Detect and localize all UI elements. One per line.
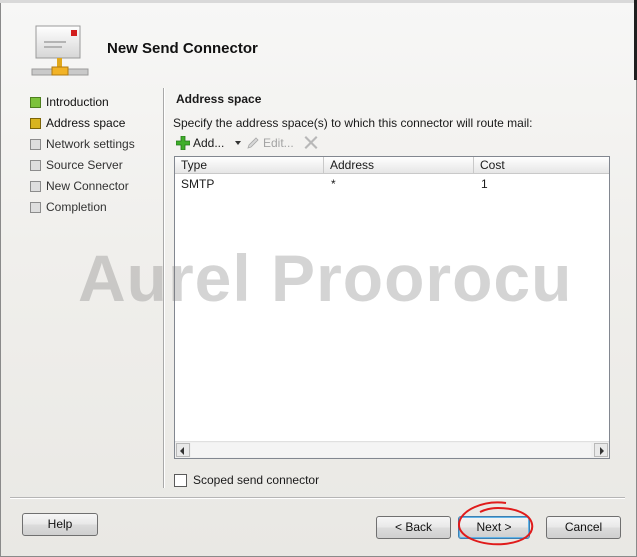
- edit-button[interactable]: Edit...: [263, 136, 294, 150]
- horizontal-scrollbar[interactable]: [175, 441, 609, 458]
- nav-item-network-settings[interactable]: Network settings: [30, 137, 160, 153]
- cell-cost: 1: [481, 177, 488, 191]
- nav-item-introduction[interactable]: Introduction: [30, 95, 160, 111]
- step-current-icon: [30, 118, 41, 129]
- window-top-edge: [0, 0, 637, 3]
- nav-item-completion[interactable]: Completion: [30, 200, 160, 216]
- cell-address: *: [331, 177, 336, 191]
- add-button-label: Add...: [193, 136, 225, 150]
- scroll-left-button[interactable]: [176, 443, 190, 457]
- step-pending-icon: [30, 139, 41, 150]
- table-header: Type Address Cost: [175, 157, 609, 174]
- step-pending-icon: [30, 202, 41, 213]
- step-complete-icon: [30, 97, 41, 108]
- column-header-address[interactable]: Address: [324, 157, 474, 173]
- step-pending-icon: [30, 160, 41, 171]
- plus-icon: [176, 136, 190, 150]
- watermark-text: Aurel Proorocu: [78, 241, 573, 315]
- dropdown-arrow-icon[interactable]: [235, 141, 241, 145]
- column-header-type[interactable]: Type: [175, 157, 324, 173]
- step-pending-icon: [30, 181, 41, 192]
- remove-x-icon[interactable]: [303, 134, 319, 150]
- arrow-right-icon: [600, 447, 604, 455]
- scroll-right-button[interactable]: [594, 443, 608, 457]
- scoped-send-connector-checkbox[interactable]: [174, 474, 187, 487]
- scoped-send-connector-label[interactable]: Scoped send connector: [193, 473, 319, 487]
- help-button[interactable]: Help: [22, 513, 98, 536]
- footer-divider: [10, 497, 625, 499]
- add-button[interactable]: Add...: [174, 134, 244, 152]
- scroll-thumb[interactable]: [191, 443, 591, 457]
- cancel-button[interactable]: Cancel: [546, 516, 621, 539]
- back-button[interactable]: < Back: [376, 516, 451, 539]
- arrow-left-icon: [180, 447, 184, 455]
- nav-item-label: Network settings: [46, 137, 135, 151]
- table-row[interactable]: SMTP * 1: [175, 175, 609, 193]
- nav-item-label: New Connector: [46, 179, 129, 193]
- nav-item-source-server[interactable]: Source Server: [30, 158, 160, 174]
- cell-type: SMTP: [181, 177, 215, 191]
- send-connector-icon: [31, 25, 89, 76]
- nav-item-address-space[interactable]: Address space: [30, 116, 160, 132]
- next-button[interactable]: Next >: [458, 516, 530, 539]
- pencil-icon: [247, 137, 259, 149]
- nav-item-new-connector[interactable]: New Connector: [30, 179, 160, 195]
- nav-item-label: Address space: [46, 116, 126, 130]
- section-title: Address space: [176, 92, 262, 106]
- page-title: New Send Connector: [107, 40, 258, 57]
- column-header-cost[interactable]: Cost: [474, 157, 609, 173]
- nav-item-label: Introduction: [46, 95, 109, 109]
- instruction-text: Specify the address space(s) to which th…: [173, 116, 533, 130]
- nav-item-label: Source Server: [46, 158, 123, 172]
- nav-item-label: Completion: [46, 200, 107, 214]
